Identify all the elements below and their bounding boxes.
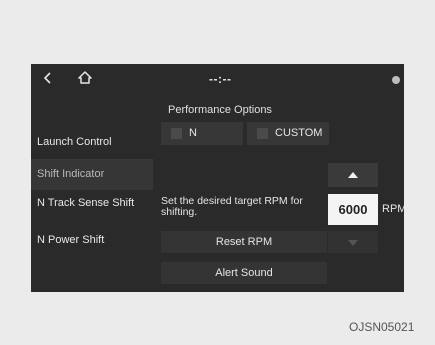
sidebar-item-launch-control[interactable]: Launch Control [31, 124, 153, 160]
back-arrow-icon[interactable] [41, 71, 55, 85]
infotainment-screen: --:-- Performance Options N CUSTOM Launc… [31, 64, 404, 292]
figure-code: OJSN05021 [349, 320, 415, 334]
sidebar-item-n-track-sense-shift[interactable]: N Track Sense Shift [31, 190, 153, 230]
option-n-label: N [189, 127, 197, 139]
sidebar: Launch Control Shift Indicator N Track S… [31, 124, 153, 260]
sidebar-item-n-power-shift[interactable]: N Power Shift [31, 230, 153, 260]
option-custom-label: CUSTOM [275, 127, 323, 139]
arrow-up-icon [348, 172, 358, 178]
status-icon [390, 73, 402, 85]
reset-rpm-button[interactable]: Reset RPM [161, 231, 327, 253]
rpm-unit: RPM [382, 203, 404, 215]
home-icon[interactable] [77, 70, 93, 85]
rpm-description: Set the desired target RPM for shifting. [161, 195, 303, 218]
rpm-increase-button[interactable] [328, 163, 378, 187]
option-custom-checkbox[interactable] [257, 128, 268, 139]
top-bar: --:-- [31, 64, 404, 96]
alert-sound-button[interactable]: Alert Sound [161, 262, 327, 284]
option-n[interactable]: N [161, 122, 243, 145]
arrow-down-icon [348, 240, 358, 246]
option-custom[interactable]: CUSTOM [247, 122, 329, 145]
clock: --:-- [209, 72, 232, 86]
page-title: Performance Options [168, 104, 272, 116]
sidebar-item-shift-indicator[interactable]: Shift Indicator [31, 160, 153, 190]
rpm-decrease-button[interactable] [328, 231, 378, 253]
option-n-checkbox[interactable] [171, 128, 182, 139]
rpm-value: 6000 [328, 194, 378, 225]
